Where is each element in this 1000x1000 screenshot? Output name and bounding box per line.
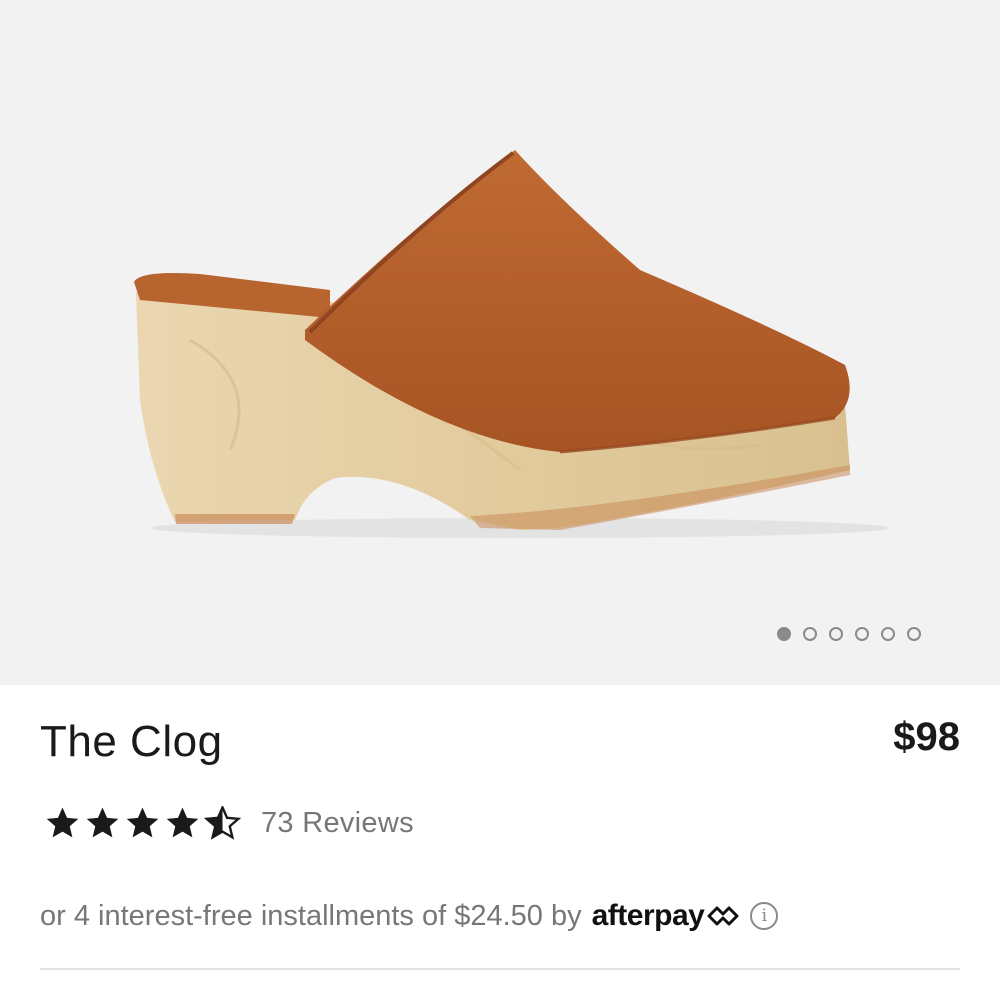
reviews-link[interactable]: 73 Reviews (261, 807, 414, 840)
star-full-icon (166, 807, 199, 838)
product-image (134, 150, 890, 538)
product-rating[interactable]: 73 Reviews (44, 803, 414, 843)
product-price: $98 (893, 715, 960, 759)
divider (40, 968, 960, 970)
gallery-dot[interactable] (881, 627, 895, 641)
star-half-icon (204, 806, 241, 840)
rating-stars (44, 806, 241, 840)
star-full-icon (46, 807, 79, 838)
gallery-dot[interactable] (803, 627, 817, 641)
gallery-dot[interactable] (777, 627, 791, 641)
gallery-dot[interactable] (829, 627, 843, 641)
afterpay-logo: afterpay (592, 899, 741, 933)
star-full-icon (86, 807, 119, 838)
product-title: The Clog (40, 717, 223, 766)
installments-text: or 4 interest-free installments of $24.5… (40, 899, 582, 932)
afterpay-logo-icon (707, 906, 739, 926)
star-full-icon (126, 807, 159, 838)
gallery-dot[interactable] (907, 627, 921, 641)
product-image-gallery[interactable] (0, 0, 1000, 685)
info-icon[interactable]: i (750, 902, 779, 930)
afterpay-wordmark: afterpay (591, 899, 705, 932)
gallery-dot[interactable] (855, 627, 869, 641)
afterpay-installments: or 4 interest-free installments of $24.5… (40, 893, 779, 939)
gallery-pagination (777, 627, 921, 641)
